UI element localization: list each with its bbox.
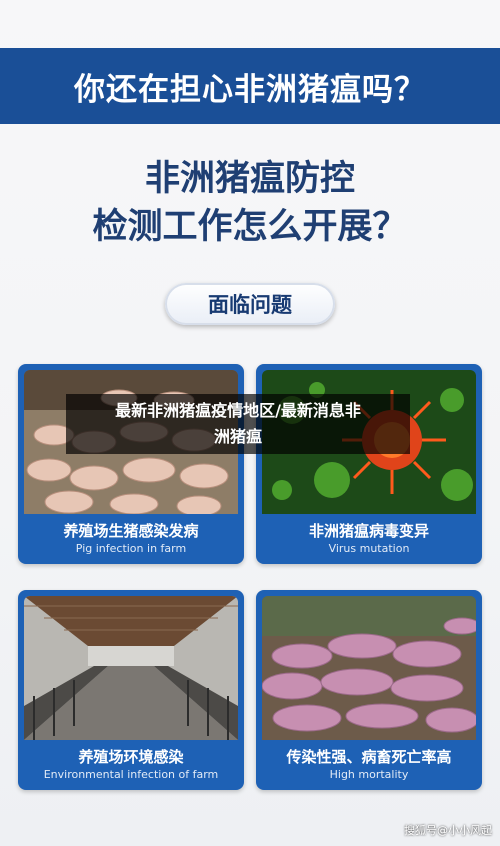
banner-title: 你还在担心非洲猪瘟吗？: [74, 71, 426, 108]
headline-line-2: 检测工作怎么开展？: [92, 207, 408, 247]
section-pill: 面临问题: [165, 283, 335, 325]
card-farm-environment: 养殖场环境感染 Environmental infection of farm: [18, 590, 244, 790]
overlay-line-1: 最新非洲猪瘟疫情地区/最新消息非: [115, 401, 361, 420]
headline-line-1: 非洲猪瘟防控: [144, 159, 355, 199]
card-title: 非洲猪瘟病毒变异: [308, 522, 429, 540]
top-banner: 你还在担心非洲猪瘟吗？: [0, 48, 500, 124]
overlay-line-2: 洲猪瘟: [213, 427, 262, 446]
card-subtitle: Pig infection in farm: [75, 542, 187, 555]
poster: 你还在担心非洲猪瘟吗？ 非洲猪瘟防控 检测工作怎么开展？ 面临问题 养殖场生猪感…: [0, 0, 500, 846]
card-high-mortality: 传染性强、病畜死亡率高 High mortality: [256, 590, 482, 790]
card-subtitle: Environmental infection of farm: [43, 768, 219, 781]
card-title: 传染性强、病畜死亡率高: [286, 748, 452, 766]
section-pill-label: 面临问题: [208, 293, 292, 317]
headline-overlay[interactable]: 最新非洲猪瘟疫情地区/最新消息非 洲猪瘟: [66, 394, 410, 454]
farm-barn-photo: [24, 596, 238, 740]
dead-pigs-photo: [262, 596, 476, 740]
card-title: 养殖场生猪感染发病: [63, 522, 199, 540]
card-title: 养殖场环境感染: [78, 748, 184, 766]
card-subtitle: High mortality: [329, 768, 409, 781]
headline: 非洲猪瘟防控 检测工作怎么开展？: [0, 155, 500, 251]
card-subtitle: Virus mutation: [328, 542, 410, 555]
watermark: 搜狐号@小小风起: [404, 824, 492, 837]
